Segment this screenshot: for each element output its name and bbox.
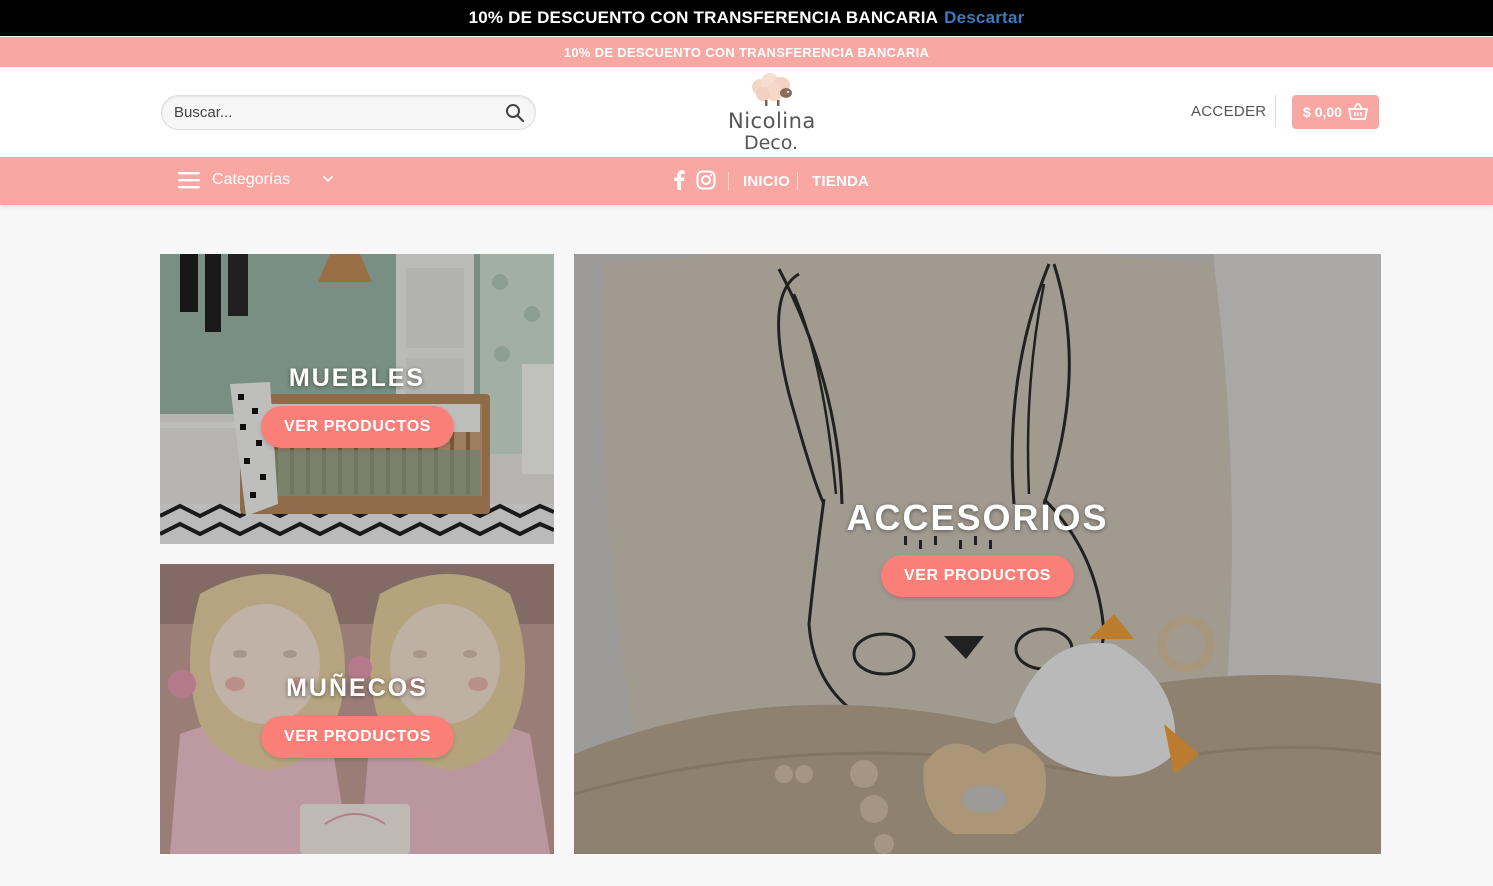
tile-title-accesorios: ACCESORIOS (846, 497, 1109, 538)
nav-link-inicio[interactable]: INICIO (729, 173, 797, 190)
facebook-icon[interactable] (672, 170, 686, 190)
ver-productos-button-muebles[interactable]: VER PRODUCTOS (261, 406, 454, 448)
ver-productos-button-munecos[interactable]: VER PRODUCTOS (261, 716, 454, 758)
tile-overlay (574, 254, 1381, 854)
search-box (161, 95, 536, 130)
tile-title-muebles: MUEBLES (288, 364, 426, 392)
tile-title-munecos: MUÑECOS (286, 674, 428, 702)
main-nav: Categorías INICIO TIENDA (0, 157, 1493, 205)
logo-line2: Deco. (743, 132, 799, 154)
sheep-logo-icon (752, 73, 792, 106)
categories-menu[interactable]: Categorías (178, 171, 333, 189)
site-header: Nicolina Deco. ACCEDER $ 0,00 (0, 67, 1493, 157)
cart-total: $ 0,00 (1303, 104, 1342, 120)
ver-productos-button-accesorios[interactable]: VER PRODUCTOS (881, 555, 1074, 597)
nav-links: INICIO TIENDA (728, 157, 876, 205)
instagram-icon[interactable] (696, 170, 716, 190)
social-links (672, 170, 716, 190)
cart-button[interactable]: $ 0,00 (1292, 95, 1379, 129)
tile-overlay (160, 564, 554, 854)
category-tile-muebles[interactable]: MUEBLES VER PRODUCTOS (160, 254, 554, 544)
logo-line1: Nicolina (728, 109, 816, 133)
search-input[interactable] (172, 96, 492, 129)
login-link[interactable]: ACCEDER (1191, 103, 1266, 120)
category-tile-munecos[interactable]: MUÑECOS VER PRODUCTOS (160, 564, 554, 854)
header-divider (1275, 95, 1276, 127)
category-tile-accesorios[interactable]: ACCESORIOS VER PRODUCTOS (574, 254, 1381, 854)
site-logo[interactable]: Nicolina Deco. (728, 73, 816, 154)
promo-bar: 10% DE DESCUENTO CON TRANSFERENCIA BANCA… (0, 37, 1493, 67)
tile-overlay (160, 254, 554, 544)
promo-text: 10% DE DESCUENTO CON TRANSFERENCIA BANCA… (563, 44, 930, 60)
dismiss-link[interactable]: Descartar (944, 8, 1024, 28)
chevron-down-icon (323, 176, 333, 183)
nav-link-tienda[interactable]: TIENDA (798, 173, 876, 190)
basket-icon (1348, 103, 1368, 120)
announcement-text: 10% DE DESCUENTO CON TRANSFERENCIA BANCA… (468, 8, 939, 27)
hamburger-icon (178, 172, 200, 189)
search-icon[interactable] (505, 103, 525, 123)
announcement-bar: 10% DE DESCUENTO CON TRANSFERENCIA BANCA… (0, 0, 1493, 36)
categories-label: Categorías (212, 171, 291, 188)
